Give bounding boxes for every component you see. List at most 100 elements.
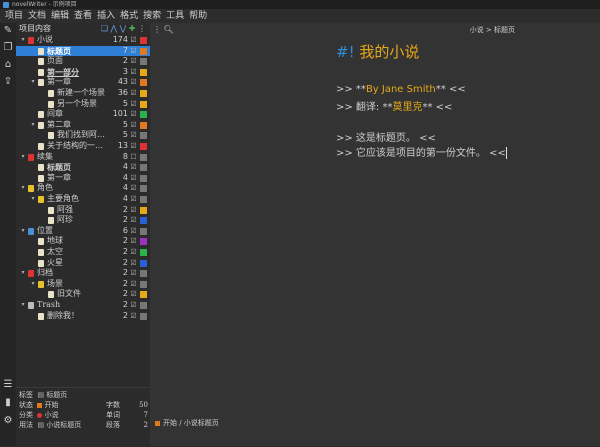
window-title: novelWriter - 示例项目 bbox=[12, 1, 77, 8]
list-icon[interactable]: ☰ bbox=[3, 380, 13, 390]
menu-item[interactable]: 编辑 bbox=[51, 9, 69, 23]
active-checkbox-icon[interactable]: ☑ bbox=[130, 205, 137, 216]
tree-item[interactable]: 第一部分 3 ☑ bbox=[16, 67, 150, 78]
copy-icon[interactable]: ❐ bbox=[3, 43, 13, 53]
expand-arrow-icon[interactable]: ▾ bbox=[20, 152, 26, 163]
editor-tools[interactable]: ⋮ 🔍︎ bbox=[153, 25, 174, 34]
expand-arrow-icon[interactable]: ▾ bbox=[30, 120, 36, 131]
add-icon[interactable]: ✚ bbox=[129, 24, 136, 33]
edit-icon[interactable]: ✎ bbox=[3, 26, 13, 36]
word-count: 2 bbox=[122, 278, 128, 288]
tree-item[interactable]: ▾ 主要角色 4 ☑ bbox=[16, 194, 150, 205]
tree-item[interactable]: ▾ 角色 4 ☑ bbox=[16, 183, 150, 194]
menu-icon[interactable]: ⋮ bbox=[153, 25, 161, 34]
active-checkbox-icon[interactable]: ☑ bbox=[130, 120, 137, 131]
active-checkbox-icon[interactable]: ☑ bbox=[130, 67, 137, 78]
active-checkbox-icon[interactable]: ☑ bbox=[130, 88, 137, 99]
search-icon[interactable]: 🔍︎ bbox=[164, 25, 174, 34]
down-icon[interactable]: ⋁ bbox=[120, 24, 127, 33]
active-checkbox-icon[interactable]: ☑ bbox=[130, 236, 137, 247]
more-icon[interactable]: ⋮ bbox=[138, 24, 146, 33]
export-icon[interactable]: ⇪ bbox=[3, 77, 13, 87]
active-checkbox-icon[interactable]: ☑ bbox=[130, 99, 137, 110]
tree-item[interactable]: ▾ Trash 2 ☑ bbox=[16, 300, 150, 311]
up-icon[interactable]: ⋀ bbox=[111, 24, 118, 33]
active-checkbox-icon[interactable]: ☑ bbox=[130, 56, 137, 67]
active-checkbox-icon[interactable]: ☑ bbox=[130, 183, 137, 194]
menu-item[interactable]: 文档 bbox=[28, 9, 46, 23]
folder-icon bbox=[28, 185, 34, 193]
tree-item[interactable]: ▾ 小说 174 ☑ bbox=[16, 35, 150, 46]
meta-tag: 标签 ▤ 标题页 bbox=[19, 391, 68, 399]
tree-item-label: 阿珍 bbox=[57, 215, 73, 225]
bookmark-icon[interactable]: ❏ bbox=[101, 24, 108, 33]
home-icon[interactable]: ⌂ bbox=[3, 60, 13, 70]
tree-item[interactable]: 太空 2 ☑ bbox=[16, 247, 150, 258]
expand-arrow-icon[interactable]: ▾ bbox=[30, 77, 36, 88]
tree-item[interactable]: 另一个场景 5 ☑ bbox=[16, 99, 150, 110]
active-checkbox-icon[interactable]: ☑ bbox=[130, 35, 137, 46]
tree-item[interactable]: 我们找到阿… 5 ☑ bbox=[16, 130, 150, 141]
menu-item[interactable]: 格式 bbox=[120, 9, 138, 23]
tree-item[interactable]: 地球 2 ☑ bbox=[16, 236, 150, 247]
tree-item[interactable]: 新建一个场景 36 ☑ bbox=[16, 88, 150, 99]
active-checkbox-icon[interactable]: ☑ bbox=[130, 289, 137, 300]
tree-item[interactable]: 第一章 4 ☑ bbox=[16, 173, 150, 184]
tree-item[interactable]: 关于结构的一… 13 ☑ bbox=[16, 141, 150, 152]
active-checkbox-icon[interactable]: ☑ bbox=[130, 226, 137, 237]
stats-icon[interactable]: ▮ bbox=[3, 398, 13, 408]
tree-item[interactable]: 阿珍 2 ☑ bbox=[16, 215, 150, 226]
active-checkbox-icon[interactable]: ☑ bbox=[130, 279, 137, 290]
menu-item[interactable]: 项目 bbox=[5, 9, 23, 23]
tree-item[interactable]: ▾ 第一章 43 ☑ bbox=[16, 77, 150, 88]
expand-arrow-icon[interactable]: ▾ bbox=[20, 183, 26, 194]
active-checkbox-icon[interactable]: ☑ bbox=[130, 77, 137, 88]
tree-item[interactable]: 页面 2 ☑ bbox=[16, 56, 150, 67]
expand-arrow-icon[interactable]: ▾ bbox=[20, 35, 26, 46]
active-checkbox-icon[interactable]: ☑ bbox=[130, 162, 137, 173]
tree-item-label: 位置 bbox=[37, 225, 53, 235]
expand-arrow-icon[interactable]: ▾ bbox=[20, 268, 26, 279]
menu-item[interactable]: 搜索 bbox=[143, 9, 161, 23]
tree-item[interactable]: 间章 101 ☑ bbox=[16, 109, 150, 120]
tree-item[interactable]: 标题页 7 ☑ bbox=[16, 45, 150, 57]
tree-item[interactable]: ▾ 归档 2 ☑ bbox=[16, 268, 150, 279]
expand-arrow-icon[interactable]: ▾ bbox=[30, 194, 36, 205]
tree-item[interactable]: 旧文件 2 ☑ bbox=[16, 289, 150, 300]
status-square-icon bbox=[140, 196, 147, 203]
menu-item[interactable]: 查看 bbox=[74, 9, 92, 23]
tree-item[interactable]: 阿强 2 ☑ bbox=[16, 205, 150, 216]
gear-icon[interactable]: ⚙ bbox=[3, 416, 13, 426]
word-count: 4 bbox=[122, 162, 128, 172]
active-checkbox-icon[interactable]: ☑ bbox=[130, 194, 137, 205]
active-checkbox-icon[interactable]: ☑ bbox=[130, 258, 137, 269]
active-checkbox-icon[interactable]: ☑ bbox=[130, 300, 137, 311]
tree-item[interactable]: 标题页 4 ☑ bbox=[16, 162, 150, 173]
expand-arrow-icon[interactable]: ▾ bbox=[20, 300, 26, 311]
active-checkbox-icon[interactable]: ☐ bbox=[130, 152, 137, 163]
tree-item[interactable]: ▾ 第二章 5 ☑ bbox=[16, 120, 150, 131]
active-checkbox-icon[interactable]: ☑ bbox=[130, 173, 137, 184]
menu-item[interactable]: 帮助 bbox=[189, 9, 207, 23]
active-checkbox-icon[interactable]: ☑ bbox=[130, 311, 137, 322]
word-count: 5 bbox=[122, 98, 128, 108]
expand-arrow-icon[interactable]: ▾ bbox=[20, 226, 26, 237]
tree-item[interactable]: 删除我！ 2 ☑ bbox=[16, 311, 150, 322]
menu-item[interactable]: 插入 bbox=[97, 9, 115, 23]
tree-item[interactable]: ▾ 续集 8 ☐ bbox=[16, 152, 150, 163]
document-editor[interactable]: ⋮ 🔍︎ 小说 > 标题页 #! 我的小说 >> **By Jane Smith… bbox=[150, 23, 600, 446]
tree-item-label: 续集 bbox=[37, 151, 53, 161]
active-checkbox-icon[interactable]: ☑ bbox=[130, 141, 137, 152]
active-checkbox-icon[interactable]: ☑ bbox=[130, 247, 137, 258]
tree-tools[interactable]: ❏ ⋀ ⋁ ✚ ⋮ bbox=[101, 23, 146, 35]
menu-item[interactable]: 工具 bbox=[166, 9, 184, 23]
active-checkbox-icon[interactable]: ☑ bbox=[130, 215, 137, 226]
tree-item[interactable]: 火星 2 ☑ bbox=[16, 258, 150, 269]
active-checkbox-icon[interactable]: ☑ bbox=[130, 130, 137, 141]
tree-item[interactable]: ▾ 位置 6 ☑ bbox=[16, 226, 150, 237]
active-checkbox-icon[interactable]: ☑ bbox=[130, 46, 137, 57]
active-checkbox-icon[interactable]: ☑ bbox=[130, 109, 137, 120]
active-checkbox-icon[interactable]: ☑ bbox=[130, 268, 137, 279]
expand-arrow-icon[interactable]: ▾ bbox=[30, 279, 36, 290]
tree-item[interactable]: ▾ 场景 2 ☑ bbox=[16, 279, 150, 290]
